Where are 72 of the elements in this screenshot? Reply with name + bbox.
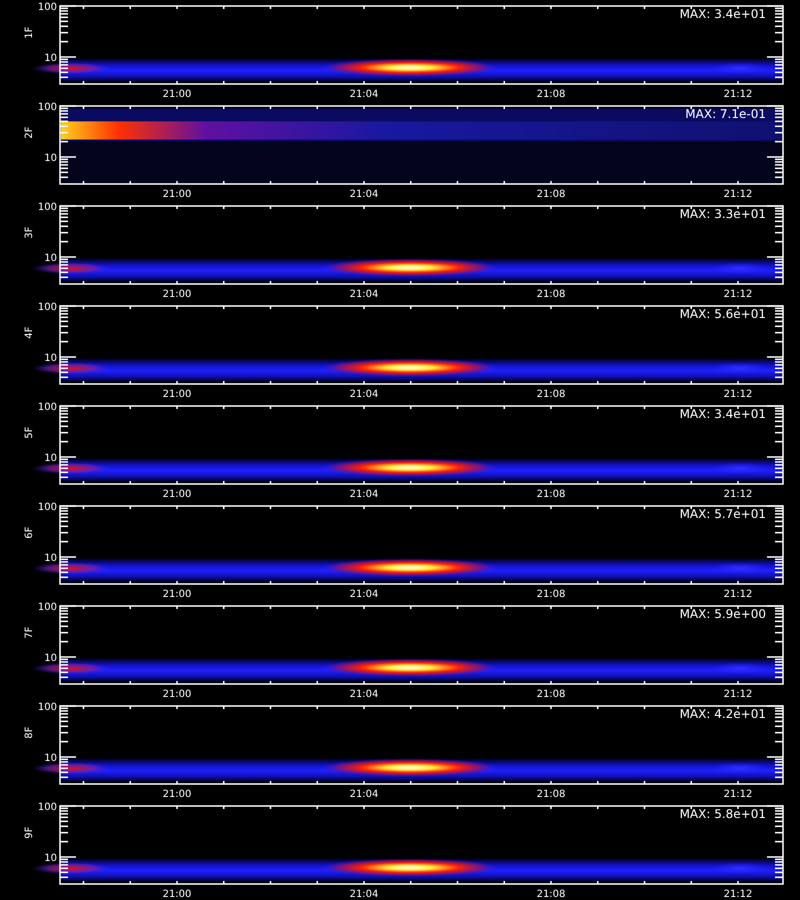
- x-tick-label: 21:00: [162, 189, 192, 200]
- panel-label: 1F: [24, 26, 35, 39]
- x-tick-label: 21:04: [350, 89, 378, 100]
- x-tick-label: 21:04: [350, 189, 378, 200]
- max-value-label: MAX: 4.2e+01: [680, 707, 766, 721]
- x-tick-label: 21:04: [350, 889, 378, 900]
- y-tick-label: 10: [44, 553, 57, 564]
- x-tick-label: 21:08: [536, 189, 566, 200]
- x-tick-label: 21:00: [162, 889, 192, 900]
- y-tick-label: 100: [38, 302, 57, 313]
- x-tick-label: 21:04: [350, 689, 378, 700]
- panel-label: 5F: [24, 426, 35, 439]
- max-value-label: MAX: 3.4e+01: [680, 7, 766, 21]
- y-tick-label: 10: [44, 853, 57, 864]
- x-tick-label: 21:12: [724, 289, 752, 300]
- x-tick-label: 21:08: [536, 889, 566, 900]
- x-tick-label: 21:00: [162, 489, 192, 500]
- panel-label: 6F: [24, 526, 35, 539]
- x-tick-label: 21:12: [724, 389, 752, 400]
- y-tick-label: 10: [44, 353, 57, 364]
- panel-label: 2F: [24, 126, 35, 139]
- y-tick-label: 100: [38, 102, 57, 113]
- y-tick-label: 10: [44, 453, 57, 464]
- x-tick-label: 21:00: [162, 389, 192, 400]
- x-tick-label: 21:12: [724, 689, 752, 700]
- x-tick-label: 21:08: [536, 289, 566, 300]
- y-tick-label: 10: [44, 153, 57, 164]
- panel-label: 9F: [24, 826, 35, 839]
- max-value-label: MAX: 3.3e+01: [680, 207, 766, 221]
- y-tick-label: 100: [38, 602, 57, 613]
- panel-label: 8F: [24, 726, 35, 739]
- x-tick-label: 21:04: [350, 289, 378, 300]
- x-tick-label: 21:12: [724, 589, 752, 600]
- x-tick-label: 21:00: [162, 89, 192, 100]
- y-tick-label: 10: [44, 653, 57, 664]
- max-value-label: MAX: 3.4e+01: [680, 407, 766, 421]
- max-value-label: MAX: 5.6e+01: [680, 307, 766, 321]
- x-tick-label: 21:12: [724, 489, 752, 500]
- x-tick-label: 21:08: [536, 389, 566, 400]
- y-tick-label: 10: [44, 53, 57, 64]
- max-value-label: MAX: 5.7e+01: [680, 507, 766, 521]
- x-tick-label: 21:04: [350, 789, 378, 800]
- x-tick-label: 21:00: [162, 789, 192, 800]
- panel-label: 3F: [24, 226, 35, 239]
- x-tick-label: 21:04: [350, 389, 378, 400]
- y-tick-label: 100: [38, 802, 57, 813]
- x-tick-label: 21:12: [724, 89, 752, 100]
- x-tick-label: 21:08: [536, 89, 566, 100]
- max-value-label: MAX: 5.9e+00: [680, 607, 766, 621]
- max-value-label: MAX: 7.1e-01: [685, 107, 766, 121]
- x-tick-label: 21:12: [724, 189, 752, 200]
- x-tick-label: 21:12: [724, 889, 752, 900]
- x-tick-label: 21:00: [162, 689, 192, 700]
- y-tick-label: 100: [38, 702, 57, 713]
- x-tick-label: 21:08: [536, 589, 566, 600]
- x-tick-label: 21:12: [724, 789, 752, 800]
- panel-label: 7F: [24, 626, 35, 639]
- y-tick-label: 100: [38, 2, 57, 13]
- y-tick-label: 100: [38, 202, 57, 213]
- y-tick-label: 10: [44, 753, 57, 764]
- x-tick-label: 21:00: [162, 589, 192, 600]
- max-value-label: MAX: 5.8e+01: [680, 807, 766, 821]
- x-tick-label: 21:08: [536, 789, 566, 800]
- x-tick-label: 21:08: [536, 489, 566, 500]
- x-tick-label: 21:04: [350, 589, 378, 600]
- x-tick-label: 21:04: [350, 489, 378, 500]
- y-tick-label: 10: [44, 253, 57, 264]
- x-tick-label: 21:00: [162, 289, 192, 300]
- y-tick-label: 100: [38, 402, 57, 413]
- x-tick-label: 21:08: [536, 689, 566, 700]
- y-tick-label: 100: [38, 502, 57, 513]
- panel-label: 4F: [24, 326, 35, 339]
